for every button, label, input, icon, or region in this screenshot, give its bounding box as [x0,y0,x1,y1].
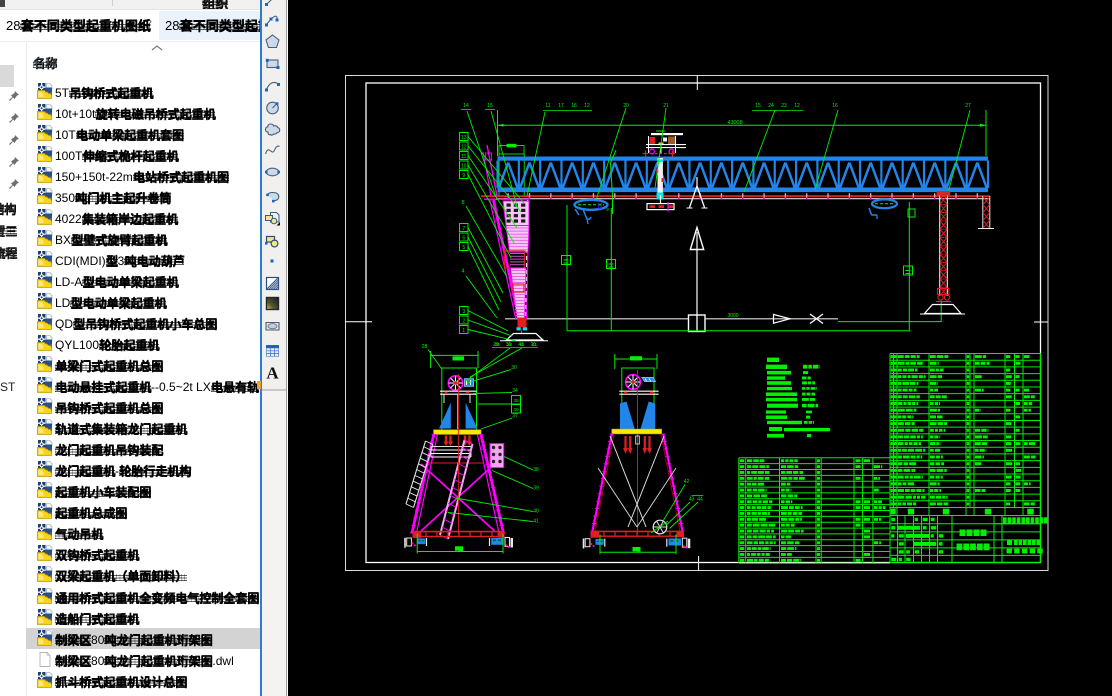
svg-text:35: 35 [513,398,519,404]
svg-text:27: 27 [965,103,971,109]
svg-text:40: 40 [533,509,539,515]
svg-text:41: 41 [518,342,524,348]
svg-text:6: 6 [462,235,465,241]
svg-text:31: 31 [506,342,512,348]
svg-text:12: 12 [794,103,800,109]
svg-text:17: 17 [558,103,564,109]
svg-text:3: 3 [462,309,465,315]
svg-text:4: 4 [461,269,464,275]
svg-text:42: 42 [684,479,690,485]
svg-text:24: 24 [768,103,774,109]
svg-text:11: 11 [545,103,550,109]
svg-text:43008: 43008 [727,120,742,126]
svg-text:12: 12 [461,144,467,150]
svg-text:1: 1 [462,328,465,334]
svg-text:11: 11 [461,154,466,160]
svg-text:30: 30 [511,365,517,371]
svg-text:43: 43 [689,497,695,503]
svg-text:9: 9 [606,207,609,212]
svg-text:14: 14 [463,103,469,109]
svg-text:38: 38 [533,467,539,473]
svg-text:7: 7 [462,226,465,232]
svg-text:9: 9 [462,173,465,179]
svg-text:15: 15 [487,103,493,109]
svg-text:36: 36 [513,407,519,413]
svg-text:23: 23 [781,103,787,109]
svg-text:2: 2 [462,318,465,324]
svg-text:16: 16 [571,103,577,109]
svg-text:3000: 3000 [727,313,738,319]
svg-text:10: 10 [461,163,467,169]
svg-text:29: 29 [493,342,499,348]
svg-text:41: 41 [533,519,539,525]
svg-text:44: 44 [697,497,703,503]
svg-text:28: 28 [422,344,428,350]
svg-text:12: 12 [584,103,590,109]
svg-text:39: 39 [533,486,539,492]
svg-text:5: 5 [462,245,465,251]
svg-text:8: 8 [461,200,464,206]
svg-text:34: 34 [512,388,518,394]
svg-text:16: 16 [832,103,838,109]
svg-text:37: 37 [512,414,518,420]
svg-text:15: 15 [755,103,761,109]
svg-text:13: 13 [461,135,467,141]
svg-text:21: 21 [531,342,537,348]
svg-text:B: B [597,202,602,211]
